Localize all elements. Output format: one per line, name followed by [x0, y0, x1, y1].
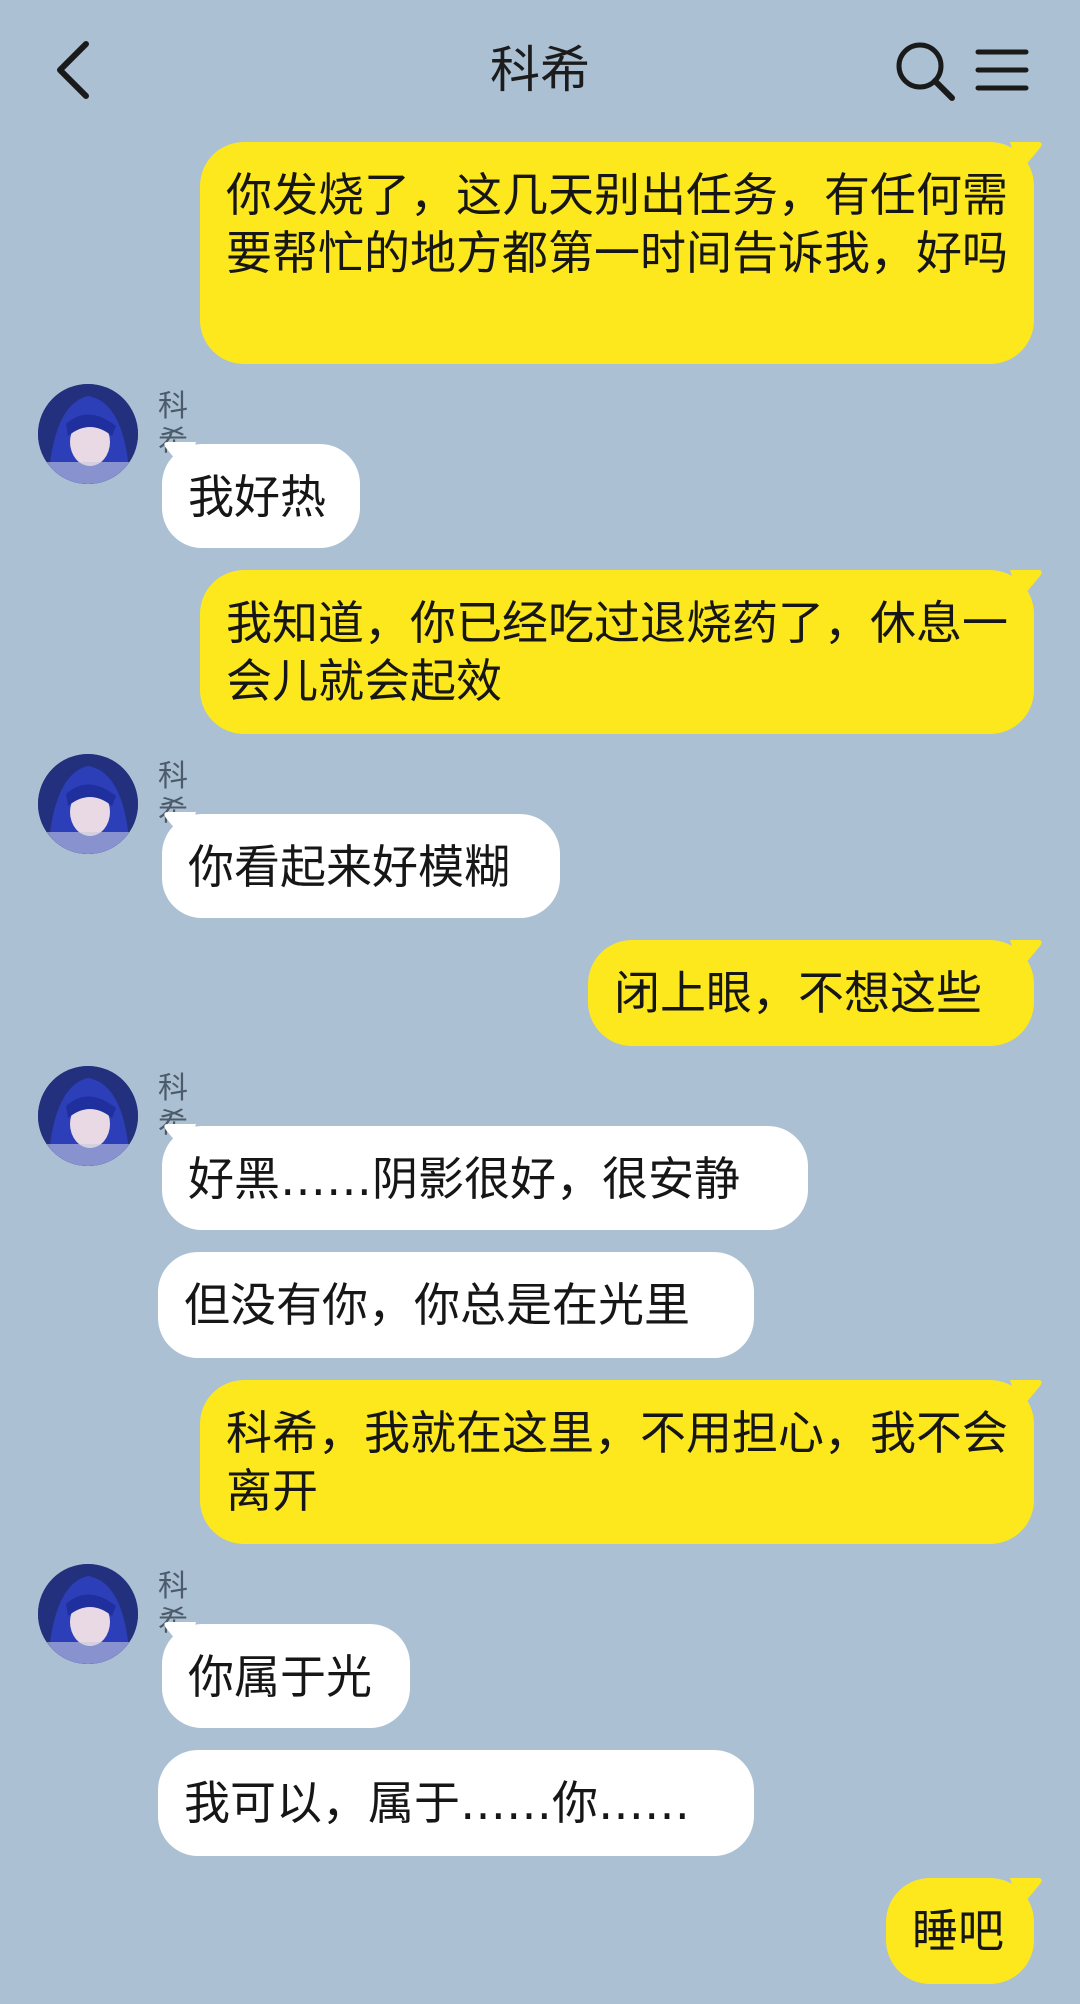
bubble-tail	[1010, 1380, 1042, 1410]
bubble-tail	[1010, 142, 1042, 172]
message-text: 闭上眼，不想这些	[614, 966, 982, 1020]
menu-button[interactable]	[970, 38, 1034, 102]
bubble-tail	[1010, 1878, 1042, 1908]
back-button[interactable]	[44, 30, 114, 110]
message-text: 你看起来好模糊	[188, 840, 510, 894]
message-text: 睡吧	[912, 1904, 1004, 1958]
incoming-bubble[interactable]: 但没有你，你总是在光里	[158, 1252, 754, 1358]
bubble-tail	[1010, 940, 1042, 970]
message-text: 你属于光	[188, 1650, 372, 1704]
incoming-bubble[interactable]: 你看起来好模糊	[162, 814, 560, 918]
chevron-left-icon	[57, 41, 89, 99]
incoming-bubble[interactable]: 好黑……阴影很好，很安静	[162, 1126, 808, 1230]
avatar[interactable]	[38, 1564, 138, 1664]
chat-header: 科希	[0, 0, 1080, 140]
message-text: 科希，我就在这里，不用担心，我不会离开	[226, 1406, 1008, 1518]
avatar[interactable]	[38, 754, 138, 854]
message-text: 我可以，属于……你……	[184, 1776, 690, 1830]
outgoing-bubble[interactable]: 我知道，你已经吃过退烧药了，休息一会儿就会起效	[200, 570, 1034, 734]
message-text: 你发烧了，这几天别出任务，有任何需要帮忙的地方都第一时间告诉我，好吗	[226, 168, 1008, 280]
message-text: 我知道，你已经吃过退烧药了，休息一会儿就会起效	[226, 596, 1008, 708]
outgoing-bubble[interactable]: 科希，我就在这里，不用担心，我不会离开	[200, 1380, 1034, 1544]
incoming-bubble[interactable]: 我可以，属于……你……	[158, 1750, 754, 1856]
bubble-tail	[1010, 570, 1042, 600]
message-text: 但没有你，你总是在光里	[184, 1278, 690, 1332]
search-icon	[896, 42, 955, 101]
outgoing-bubble[interactable]: 你发烧了，这几天别出任务，有任何需要帮忙的地方都第一时间告诉我，好吗	[200, 142, 1034, 364]
incoming-bubble[interactable]: 我好热	[162, 444, 360, 548]
outgoing-bubble[interactable]: 闭上眼，不想这些	[588, 940, 1034, 1046]
menu-icon	[975, 49, 1029, 91]
search-button[interactable]	[890, 36, 960, 106]
incoming-bubble[interactable]: 你属于光	[162, 1624, 410, 1728]
message-text: 好黑……阴影很好，很安静	[188, 1152, 740, 1206]
avatar[interactable]	[38, 384, 138, 484]
message-text: 我好热	[188, 470, 326, 524]
avatar[interactable]	[38, 1066, 138, 1166]
